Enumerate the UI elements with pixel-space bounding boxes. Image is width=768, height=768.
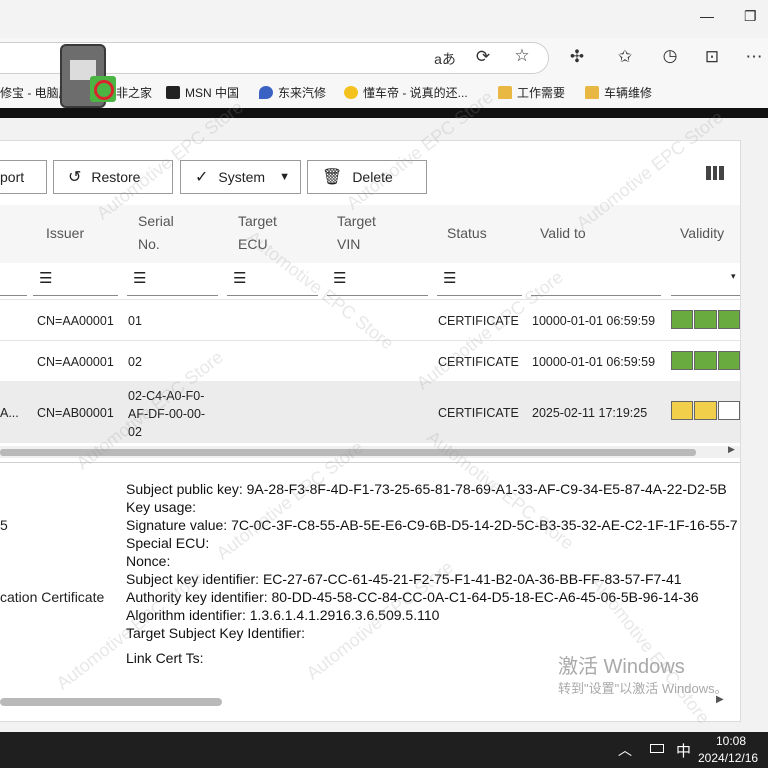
input-method-indicator[interactable]: 中 (676, 740, 691, 761)
browser-titlebar: — ❐ (0, 0, 768, 38)
column-header-validity[interactable]: Validity (680, 222, 724, 245)
filter-cell[interactable]: ☰ (33, 263, 118, 296)
filter-cell[interactable] (0, 263, 27, 296)
issuer-cell: CN=AA00001 (37, 314, 114, 328)
settings-more-icon[interactable]: ⋯ (742, 47, 766, 67)
device-status-icon (90, 76, 116, 102)
clock-time[interactable]: 10:08 (716, 734, 746, 748)
filter-icon: ☰ (333, 270, 347, 287)
filter-cell[interactable]: ☰ (437, 263, 522, 296)
system-dropdown[interactable]: ✓ System ▼ (180, 160, 301, 194)
folder-icon (585, 86, 599, 99)
validity-bar (671, 310, 741, 329)
column-header-target-vin[interactable]: Target VIN (337, 210, 376, 256)
valid-to-cell: 10000-01-01 06:59:59 (532, 314, 656, 328)
details-left-certificate: cation Certificate (0, 589, 105, 605)
favorite-item[interactable]: 非之家 (116, 84, 152, 101)
details-left-value: 5 (0, 517, 8, 533)
dongchedi-icon (344, 86, 358, 99)
dropdown-arrow-icon: ▾ (731, 271, 736, 281)
filter-icon: ☰ (443, 270, 457, 287)
key-usage: Key usage: (126, 499, 197, 515)
favorite-item[interactable]: MSN 中国 (166, 84, 239, 101)
restore-window-button[interactable]: ❐ (744, 8, 757, 25)
column-header-status[interactable]: Status (447, 222, 487, 245)
validity-bar (671, 351, 741, 370)
filter-cell[interactable]: ☰ (127, 263, 218, 296)
read-aloud-icon[interactable]: aあ (432, 49, 458, 69)
scroll-thumb[interactable] (0, 698, 222, 706)
chevron-up-icon[interactable]: ︿ (618, 740, 632, 760)
details-scrollbar[interactable]: ▶ (0, 694, 740, 708)
refresh-icon[interactable]: ⟳ (471, 47, 495, 67)
checkmark-icon: ✓ (195, 169, 209, 186)
special-ecu: Special ECU: (126, 535, 210, 551)
battery-icon[interactable] (650, 744, 664, 753)
import-button[interactable]: port (0, 160, 47, 194)
favorite-star-icon[interactable]: ☆ (510, 46, 534, 66)
favorites-icon[interactable]: ✩ (613, 47, 637, 67)
subject-public-key: Subject public key: 9A-28-F3-8F-4D-F1-73… (126, 481, 727, 497)
column-chooser-icon[interactable] (706, 166, 725, 180)
filter-cell[interactable]: ☰ (327, 263, 428, 296)
history-icon[interactable]: ◷ (658, 46, 682, 66)
msn-icon (166, 86, 180, 99)
extensions-icon[interactable]: ✣ (565, 47, 589, 67)
screenshot-icon[interactable]: ⊡ (700, 47, 724, 67)
favorite-item[interactable]: 东来汽修 (259, 84, 326, 101)
filter-icon: ☰ (233, 270, 247, 287)
address-row: aあ ⟳ ☆ ✣ ✩ ◷ ⊡ ⋯ (0, 38, 768, 76)
location-pin-icon (259, 86, 273, 99)
signature-value: Signature value: 7C-0C-3F-C8-55-AB-5E-E6… (126, 517, 738, 533)
column-header-issuer[interactable]: Issuer (46, 222, 84, 245)
valid-to-cell: 10000-01-01 06:59:59 (532, 355, 656, 369)
favorite-folder[interactable]: 工作需要 (498, 84, 565, 101)
column-header-serial[interactable]: Serial No. (138, 210, 174, 256)
valid-to-cell: 2025-02-11 17:19:25 (532, 406, 648, 420)
windows-taskbar: ︿ 中 10:08 2024/12/16 (0, 732, 768, 768)
minimize-button[interactable]: — (700, 8, 714, 24)
nonce: Nonce: (126, 553, 171, 569)
issuer-cell: CN=AB00001 (37, 406, 114, 420)
favorite-item[interactable]: 懂车帝 - 说真的还... (344, 84, 468, 101)
status-cell: CERTIFICATE (438, 406, 519, 420)
validity-bar (671, 401, 741, 420)
dropdown-arrow-icon: ▼ (279, 171, 290, 183)
trash-icon: 🗑 (322, 169, 343, 186)
issuer-cell: CN=AA00001 (37, 355, 114, 369)
restore-icon: ↺ (68, 169, 82, 186)
clock-date[interactable]: 2024/12/16 (698, 751, 758, 765)
folder-icon (498, 86, 512, 99)
filter-icon: ☰ (133, 270, 147, 287)
filter-icon: ☰ (39, 270, 53, 287)
favorite-folder[interactable]: 车辆维修 (585, 84, 652, 101)
scroll-right-arrow-icon[interactable]: ▶ (728, 444, 735, 455)
serial-cell: 02 (128, 355, 142, 369)
activation-subtitle: 转到"设置"以激活 Windows。 (558, 681, 728, 696)
page-top-divider (0, 108, 768, 118)
serial-cell: 01 (128, 314, 142, 328)
first-column-cell: A... (0, 406, 19, 420)
target-subject-key-identifier: Target Subject Key Identifier: (126, 625, 305, 641)
filter-cell[interactable]: ▾ (671, 263, 740, 296)
link-cert-ts: Link Cert Ts: (126, 650, 204, 666)
